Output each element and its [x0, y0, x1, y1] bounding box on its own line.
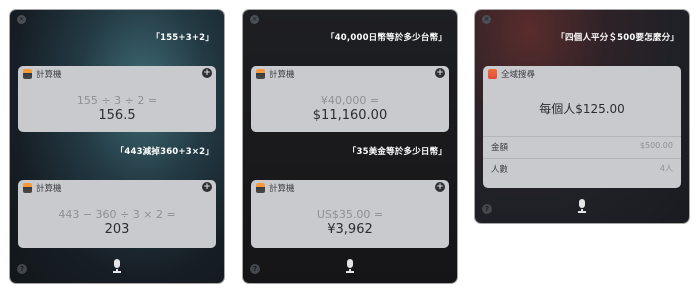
siri-query: 「443減掉360+3×2」	[115, 147, 214, 157]
microphone-icon[interactable]	[346, 259, 354, 273]
calculation-expression: 443 − 360 ÷ 3 × 2 =	[58, 208, 176, 221]
amount-row: 金額 $500.00	[483, 136, 681, 156]
help-icon[interactable]: ?	[17, 264, 27, 274]
close-icon[interactable]: ×	[250, 15, 259, 24]
people-row: 人數 4人	[483, 158, 681, 178]
plus-icon[interactable]: +	[435, 182, 445, 192]
conversion-result: $11,160.00	[312, 108, 388, 123]
calculation-expression: 155 ÷ 3 ÷ 2 =	[76, 94, 158, 107]
siri-panel-currency: × 「40,000日幣等於多少台幣」 計算機 + ¥40,000 = $11,1…	[243, 10, 457, 283]
card-app-name: 計算機	[269, 70, 295, 80]
siri-query: 「40,000日幣等於多少台幣」	[325, 33, 447, 43]
close-icon[interactable]: ×	[17, 15, 26, 24]
calculator-app-icon	[23, 183, 32, 193]
result-card[interactable]: 計算機 + 443 − 360 ÷ 3 × 2 = 203	[18, 180, 216, 248]
card-header: 計算機 +	[251, 66, 449, 82]
people-label: 人數	[491, 165, 509, 175]
card-app-name: 全域搜尋	[501, 70, 536, 80]
conversion-expression: ¥40,000 =	[320, 94, 380, 107]
plus-icon[interactable]: +	[202, 182, 212, 192]
microphone-icon[interactable]	[113, 259, 121, 273]
siri-panel-calculator: × 「155+3+2」 計算機 + 155 ÷ 3 ÷ 2 = 156.5 「4…	[10, 10, 224, 283]
help-icon[interactable]: ?	[250, 264, 260, 274]
card-app-name: 計算機	[269, 184, 295, 194]
microphone-icon[interactable]	[578, 199, 586, 213]
amount-label: 金額	[491, 143, 509, 153]
result-card[interactable]: 計算機 + ¥40,000 = $11,160.00	[251, 66, 449, 132]
result-card[interactable]: 計算機 + 155 ÷ 3 ÷ 2 = 156.5	[18, 66, 216, 132]
conversion-expression: US$35.00 =	[316, 208, 384, 221]
calculation-result: 203	[104, 222, 130, 237]
calculator-app-icon	[256, 69, 265, 79]
card-header: 全域搜尋	[483, 66, 681, 82]
card-app-name: 計算機	[36, 184, 62, 194]
people-value: 4人	[659, 164, 673, 173]
amount-value: $500.00	[639, 141, 673, 150]
card-app-name: 計算機	[36, 70, 62, 80]
card-header: 計算機 +	[251, 180, 449, 196]
plus-icon[interactable]: +	[435, 68, 445, 78]
help-icon[interactable]: ?	[482, 204, 492, 214]
conversion-result: ¥3,962	[327, 222, 373, 237]
split-result-headline: 每個人$125.00	[539, 102, 625, 116]
siri-panel-split: × 「四個人平分＄500要怎麼分」 全域搜尋 每個人$125.00 金額 $50…	[475, 10, 689, 223]
siri-query: 「155+3+2」	[151, 33, 214, 43]
card-header: 計算機 +	[18, 66, 216, 82]
siri-query: 「四個人平分＄500要怎麼分」	[556, 33, 679, 43]
card-header: 計算機 +	[18, 180, 216, 196]
spotlight-app-icon	[488, 69, 497, 79]
calculator-app-icon	[256, 183, 265, 193]
plus-icon[interactable]: +	[202, 68, 212, 78]
result-card[interactable]: 計算機 + US$35.00 = ¥3,962	[251, 180, 449, 248]
calculator-app-icon	[23, 69, 32, 79]
calculation-result: 156.5	[98, 108, 136, 123]
close-icon[interactable]: ×	[482, 15, 491, 24]
siri-query: 「35美金等於多少日幣」	[347, 147, 447, 157]
